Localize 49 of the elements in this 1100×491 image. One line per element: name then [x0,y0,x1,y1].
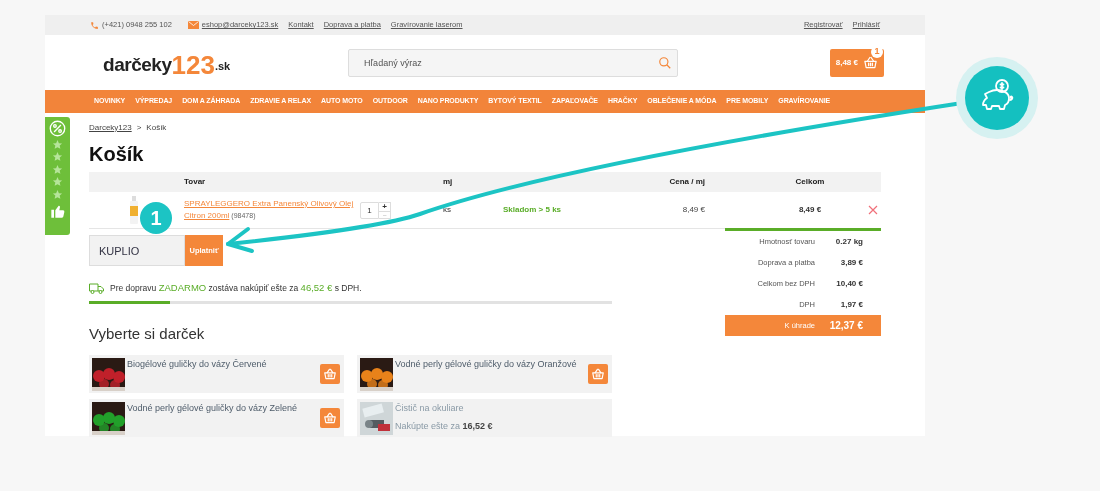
gift-note: Nakúpte ešte za 16,52 € [395,420,494,434]
star-icon [52,188,63,200]
basket-icon [863,55,878,70]
basket-icon [591,366,605,381]
phone-icon [90,20,99,30]
basket-icon [323,366,337,381]
summary-value: 3,89 € [839,256,863,269]
breadcrumb-separator: > [136,122,142,134]
summary-value: 10,40 € [835,277,863,290]
remove-icon[interactable] [868,205,878,215]
increase-button[interactable]: + [379,202,390,211]
free-shipping-message: Pre dopravu ZADARMO zostáva nakúpiť ešte za 46,52 € s DPH. [110,281,362,295]
add-to-cart-button[interactable] [320,407,340,428]
search-field[interactable]: Hľadaný výraz [348,48,678,77]
column-header: mj [443,176,454,188]
add-to-cart-button[interactable] [320,363,340,384]
page-title: Košík [89,144,145,164]
unit-price: 8,49 € [681,204,705,216]
truck-icon [89,282,104,294]
percent-icon [49,120,66,137]
gift-name: Vodné perly gélové guličky do vázy Zelené [127,401,299,414]
gift-name: Biogélové guličky do vázy Červené [127,357,268,370]
rating-badge[interactable] [45,117,70,235]
stock-status: Skladom > 5 ks [503,204,563,216]
star-icon [52,176,63,187]
column-header: Cena / mj [668,176,705,188]
star-icon [52,163,63,175]
row-total: 8,49 € [797,204,823,216]
gift-name: Vodné perly gélové guličky do vázy Oranžové [395,357,578,370]
breadcrumb-current: Košík [146,122,167,134]
basket-icon [323,410,337,425]
star-icon [52,138,63,150]
add-to-cart-button[interactable] [588,363,608,384]
column-header: Celkom [794,176,826,188]
summary-value: 0.27 kg [834,235,863,248]
thumbs-up-icon [49,203,66,219]
mail-icon [187,21,199,29]
breadcrumb-link[interactable]: Darceky123 [89,122,132,134]
total-due-value: 12,37 € [828,319,863,333]
search-icon[interactable] [658,55,672,70]
section-title: Vyberte si darček [89,324,206,345]
cart-count-badge: 1 [871,45,883,58]
column-header: Tovar [184,176,207,188]
gift-name: Čistič na okuliare [395,401,465,414]
summary-value: 1,97 € [839,298,863,311]
cart-button[interactable]: 8,48 € 1 [829,48,884,77]
quantity-field[interactable]: 1 [360,201,379,219]
coupon-field[interactable]: KUPLIO [89,235,185,266]
star-icon [52,151,63,162]
